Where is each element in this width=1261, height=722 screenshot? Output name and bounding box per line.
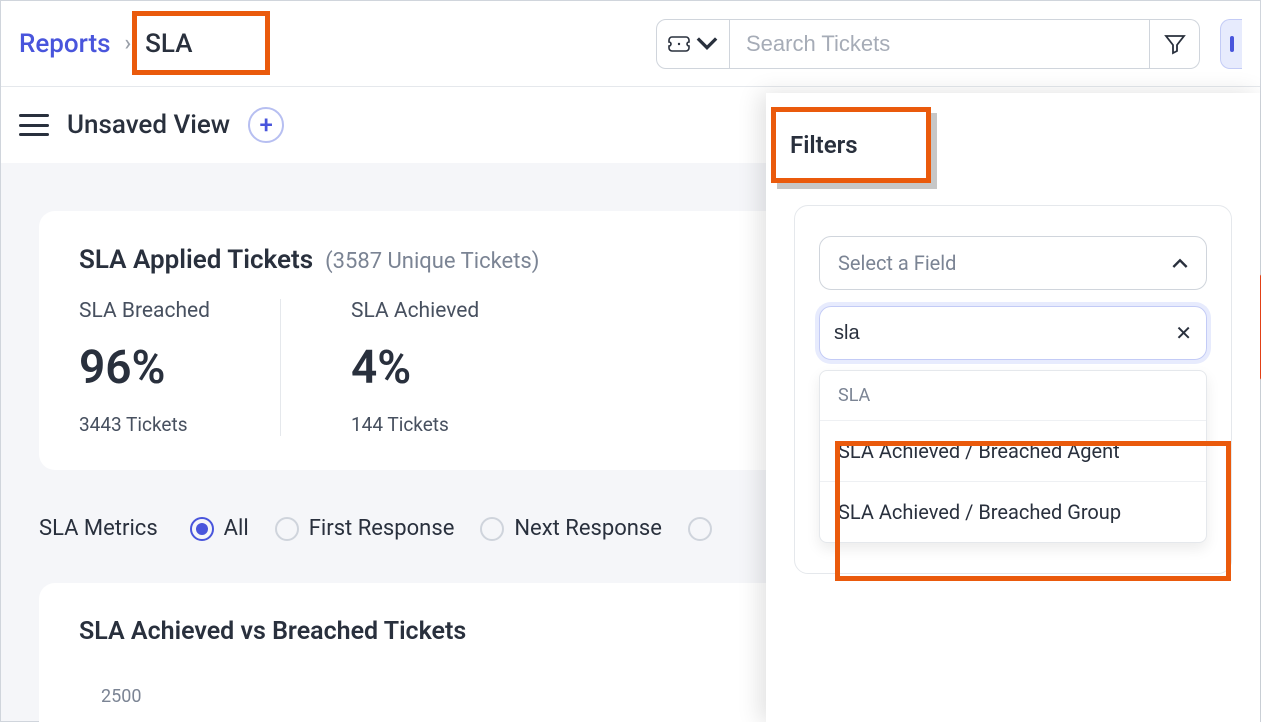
dropdown-option-group[interactable]: SLA Achieved / Breached Group (820, 481, 1206, 542)
field-dropdown: SLA SLA Achieved / Breached Agent SLA Ac… (819, 370, 1207, 543)
filters-panel: Filters Select a Field ✕ SLA SLA Achieve… (766, 93, 1260, 722)
side-toggle-button[interactable] (1220, 19, 1242, 69)
sla-metrics-label: SLA Metrics (39, 516, 158, 541)
handle-icon (1228, 34, 1236, 54)
field-search-row: ✕ (819, 306, 1207, 360)
top-bar: Reports › SLA (1, 1, 1260, 87)
chevron-down-icon (696, 36, 718, 52)
kpi-breached-count: 3443 Tickets (79, 413, 210, 436)
select-field-placeholder: Select a Field (838, 251, 956, 275)
dropdown-group-label: SLA (820, 371, 1206, 420)
menu-icon[interactable] (19, 114, 49, 136)
radio-all-label: All (224, 516, 249, 541)
kpi-breached-label: SLA Breached (79, 299, 210, 323)
kpi-achieved-value: 4% (351, 341, 479, 395)
add-view-button[interactable]: + (248, 107, 284, 143)
radio-first-response[interactable]: First Response (275, 516, 455, 541)
ticket-type-dropdown[interactable] (656, 19, 730, 69)
dropdown-option-agent[interactable]: SLA Achieved / Breached Agent (820, 420, 1206, 481)
filters-heading: Filters (790, 131, 1260, 159)
radio-all[interactable]: All (190, 516, 249, 541)
kpi-breached-col: SLA Breached 96% 3443 Tickets (79, 299, 280, 436)
kpi-subtitle: (3587 Unique Tickets) (325, 249, 539, 274)
search-input[interactable] (730, 19, 1150, 69)
radio-next-response-label: Next Response (514, 516, 662, 541)
filter-field-box: Select a Field ✕ SLA SLA Achieved / Brea… (794, 205, 1232, 574)
kpi-achieved-count: 144 Tickets (351, 413, 479, 436)
select-field-dropdown[interactable]: Select a Field (819, 236, 1207, 290)
breadcrumb-current: SLA (145, 29, 192, 59)
kpi-achieved-col: SLA Achieved 4% 144 Tickets (280, 299, 549, 436)
view-title: Unsaved View (67, 110, 230, 140)
radio-first-response-label: First Response (309, 516, 455, 541)
ticket-icon (668, 36, 690, 52)
kpi-title: SLA Applied Tickets (79, 245, 313, 275)
radio-extra[interactable] (688, 517, 712, 541)
filter-button[interactable] (1150, 19, 1200, 69)
field-search-input[interactable] (834, 322, 1175, 345)
funnel-icon (1164, 33, 1186, 55)
kpi-achieved-label: SLA Achieved (351, 299, 479, 323)
radio-next-response[interactable]: Next Response (480, 516, 662, 541)
breadcrumb: Reports › SLA (19, 29, 192, 59)
kpi-breached-value: 96% (79, 341, 210, 395)
breadcrumb-root[interactable]: Reports (19, 29, 111, 59)
search-group (656, 19, 1200, 69)
chevron-up-icon (1172, 255, 1188, 271)
chevron-right-icon: › (125, 31, 132, 56)
clear-icon[interactable]: ✕ (1175, 321, 1192, 345)
